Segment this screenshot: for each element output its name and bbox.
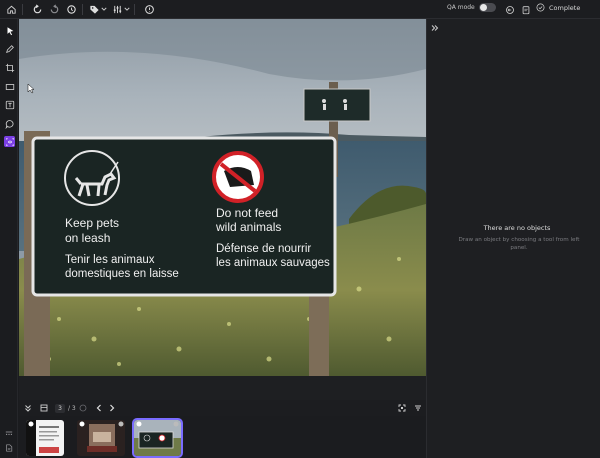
empty-state-title: There are no objects [483, 224, 551, 232]
pagination-toolbar: 3 / 3 [19, 400, 426, 416]
exit-icon[interactable] [503, 3, 516, 16]
complete-button[interactable]: Complete [536, 3, 580, 12]
sign-text-keep-pets: Keep pets [65, 216, 119, 230]
adjust-menu[interactable] [110, 2, 130, 16]
next-page-icon[interactable] [107, 403, 117, 413]
fit-screen-icon[interactable] [397, 403, 407, 413]
sign-text-on-leash: on leash [65, 231, 110, 245]
sign-text-wild-animals: wild animals [215, 220, 281, 234]
filter-icon[interactable] [413, 403, 423, 413]
canvas-footer [19, 376, 426, 400]
clipboard-icon[interactable] [519, 3, 532, 16]
qa-mode-toggle[interactable] [478, 3, 496, 12]
select-icon[interactable] [4, 25, 15, 36]
ai-tool-icon[interactable] [4, 136, 15, 147]
redo-icon[interactable] [47, 2, 61, 16]
page-total: / 3 [68, 404, 76, 412]
text-icon[interactable] [4, 99, 15, 110]
comment-icon[interactable] [142, 2, 156, 16]
qa-mode-control: QA mode [447, 3, 496, 12]
grid-view-icon[interactable] [39, 403, 49, 413]
collapse-panel-icon[interactable] [431, 24, 439, 32]
objects-panel: There are no objects Draw an object by c… [426, 19, 600, 458]
thumbnail-3[interactable] [132, 418, 183, 458]
page-number-input[interactable]: 3 [55, 403, 65, 413]
rectangle-icon[interactable] [4, 81, 15, 92]
thumbnail-1[interactable] [26, 420, 64, 456]
adjust-icon [110, 2, 124, 16]
home-icon[interactable] [4, 2, 18, 16]
divider [82, 3, 83, 15]
chevron-down-icon [101, 7, 107, 11]
thumbnail-strip [19, 417, 426, 458]
tag-menu[interactable] [87, 2, 107, 16]
check-circle-icon [536, 3, 545, 12]
info-icon [78, 403, 88, 413]
comment-icon[interactable] [4, 118, 15, 129]
crop-icon[interactable] [4, 62, 15, 73]
divider [22, 3, 23, 15]
sign-text-defense: Défense de nourrir [216, 243, 311, 255]
image-canvas[interactable]: Keep pets on leash Tenir les animaux dom… [19, 19, 426, 376]
photo-scene: Keep pets on leash Tenir les animaux dom… [19, 19, 426, 376]
complete-label: Complete [549, 3, 581, 12]
sign-text-tenir: Tenir les animaux [65, 254, 155, 266]
file-icon[interactable] [4, 443, 14, 453]
chevron-down-icon [124, 7, 130, 11]
sign-text-sauvages: les animaux sauvages [216, 257, 330, 269]
qa-mode-label: QA mode [447, 4, 475, 11]
previous-page-icon[interactable] [94, 403, 104, 413]
tag-icon [87, 2, 101, 16]
more-icon[interactable] [4, 427, 14, 437]
divider [134, 3, 135, 15]
collapse-double-chevron-icon[interactable] [23, 403, 33, 413]
pen-icon[interactable] [4, 43, 15, 54]
history-icon[interactable] [64, 2, 78, 16]
empty-state-subtitle: Draw an object by choosing a tool from l… [458, 237, 580, 251]
thumbnail-2[interactable] [77, 420, 125, 456]
top-toolbar: QA mode Complete [0, 0, 600, 19]
undo-icon[interactable] [30, 2, 44, 16]
tool-panel [0, 19, 18, 458]
sign-text-do-not-feed: Do not feed [216, 206, 278, 220]
app-window: QA mode Complete Keep pets on leash Teni… [0, 0, 600, 458]
sign-text-domestiques: domestiques en laisse [65, 268, 179, 280]
